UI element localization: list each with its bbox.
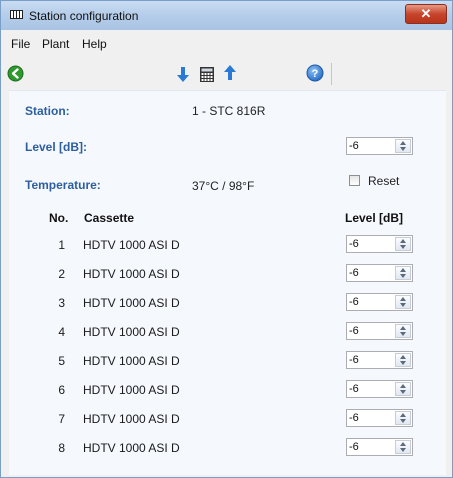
spin-arrows[interactable]: [395, 295, 411, 309]
menu-help[interactable]: Help: [82, 37, 107, 51]
temperature-label: Temperature:: [25, 178, 101, 192]
configuration-panel: Station: 1 - STC 816R Level [dB]: -6 Tem…: [9, 90, 446, 475]
cassette-level-spinbox[interactable]: -6: [346, 293, 413, 311]
cassette-level-value: -6: [349, 296, 359, 308]
cassette-level-value: -6: [349, 238, 359, 250]
cassette-name: HDTV 1000 ASI D: [83, 412, 180, 426]
row-number: 6: [58, 383, 65, 397]
station-configuration-window: Station configuration ✕ File Plant Help: [0, 0, 453, 478]
cassette-level-spinbox[interactable]: -6: [346, 264, 413, 282]
cassette-level-value: -6: [349, 325, 359, 337]
spin-arrows[interactable]: [395, 411, 411, 425]
window-title: Station configuration: [29, 9, 139, 23]
cassette-level-spinbox[interactable]: -6: [346, 235, 413, 253]
spin-arrows[interactable]: [395, 266, 411, 280]
cassette-level-spinbox[interactable]: -6: [346, 438, 413, 456]
cassette-level-spinbox[interactable]: -6: [346, 380, 413, 398]
title-bar[interactable]: Station configuration ✕: [1, 1, 452, 30]
station-label: Station:: [25, 104, 70, 118]
menu-bar: File Plant Help: [1, 34, 452, 54]
cassette-level-value: -6: [349, 412, 359, 424]
row-number: 5: [58, 354, 65, 368]
spin-arrows[interactable]: [395, 353, 411, 367]
reset-checkbox[interactable]: [349, 175, 360, 186]
reset-label: Reset: [368, 174, 400, 188]
close-button[interactable]: ✕: [405, 4, 447, 24]
level-value: -6: [349, 140, 359, 152]
toolbar: ?: [1, 59, 452, 87]
close-icon: ✕: [420, 6, 432, 21]
row-number: 7: [58, 412, 65, 426]
cassette-level-value: -6: [349, 383, 359, 395]
row-number: 1: [58, 238, 65, 252]
spin-arrows[interactable]: [395, 440, 411, 454]
help-icon[interactable]: ?: [306, 64, 324, 82]
column-header-cassette: Cassette: [84, 211, 135, 225]
cassette-level-spinbox[interactable]: -6: [346, 322, 413, 340]
spin-arrows[interactable]: [395, 324, 411, 338]
cassette-name: HDTV 1000 ASI D: [83, 267, 180, 281]
back-icon[interactable]: [7, 65, 24, 82]
spin-arrows[interactable]: [395, 139, 411, 153]
cassette-name: HDTV 1000 ASI D: [83, 296, 180, 310]
download-arrow-icon[interactable]: [177, 67, 189, 82]
cassette-name: HDTV 1000 ASI D: [83, 441, 180, 455]
toolbar-separator: [331, 63, 332, 85]
level-spinbox[interactable]: -6: [346, 137, 413, 155]
calculator-icon[interactable]: [200, 67, 214, 82]
cassette-level-value: -6: [349, 441, 359, 453]
cassette-level-value: -6: [349, 267, 359, 279]
row-number: 4: [58, 325, 65, 339]
level-label: Level [dB]:: [25, 140, 88, 154]
column-header-level: Level [dB]: [345, 211, 404, 225]
row-number: 8: [58, 441, 65, 455]
cassette-name: HDTV 1000 ASI D: [83, 383, 180, 397]
column-header-no: No.: [49, 211, 69, 225]
spin-arrows[interactable]: [395, 382, 411, 396]
row-number: 2: [58, 267, 65, 281]
cassette-name: HDTV 1000 ASI D: [83, 354, 180, 368]
app-icon: [10, 10, 23, 19]
cassette-name: HDTV 1000 ASI D: [83, 325, 180, 339]
upload-arrow-icon[interactable]: [224, 65, 236, 80]
menu-file[interactable]: File: [11, 37, 30, 51]
cassette-name: HDTV 1000 ASI D: [83, 238, 180, 252]
cassette-level-spinbox[interactable]: -6: [346, 351, 413, 369]
cassette-level-value: -6: [349, 354, 359, 366]
cassette-level-spinbox[interactable]: -6: [346, 409, 413, 427]
station-value: 1 - STC 816R: [192, 104, 266, 118]
row-number: 3: [58, 296, 65, 310]
spin-arrows[interactable]: [395, 237, 411, 251]
menu-plant[interactable]: Plant: [42, 37, 69, 51]
svg-text:?: ?: [312, 68, 319, 80]
temperature-value: 37°C / 98°F: [192, 179, 255, 193]
